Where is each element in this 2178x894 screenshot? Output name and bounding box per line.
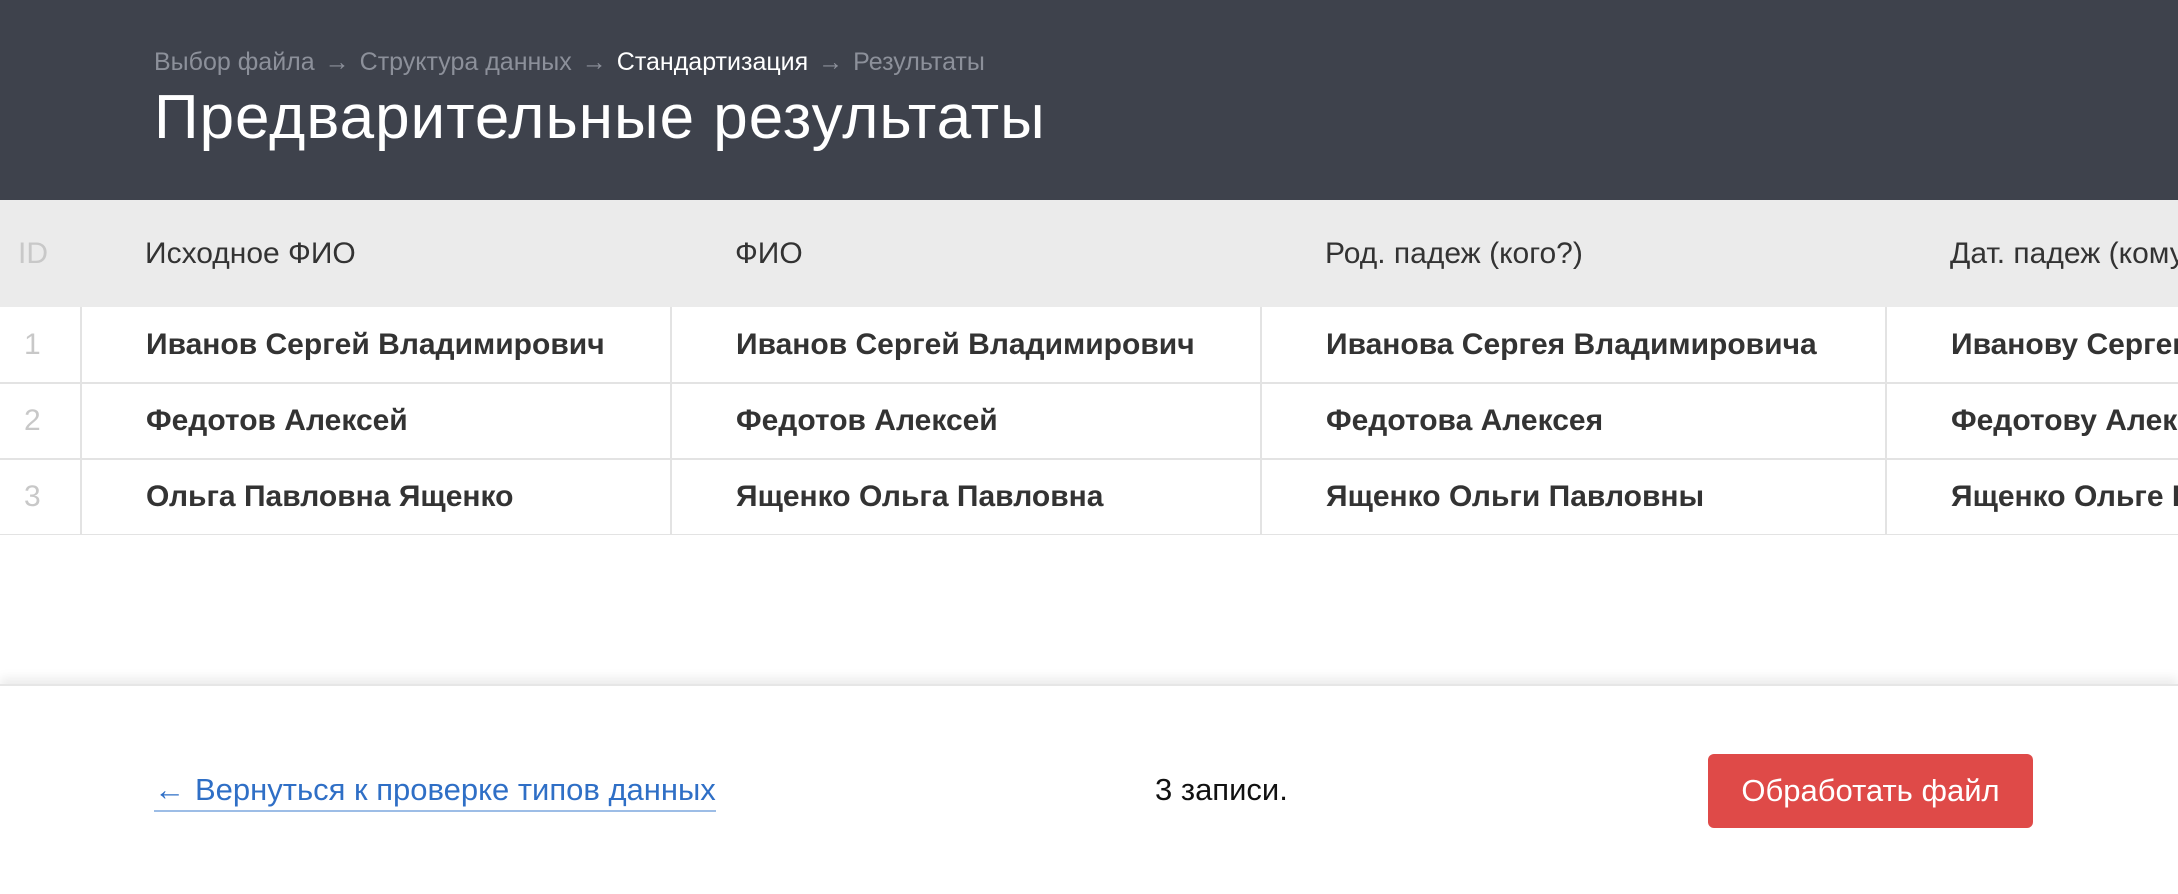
cell-source-name: Федотов Алексей [80, 383, 671, 459]
results-table: ID Исходное ФИО ФИО Род. падеж (кого?) Д… [0, 200, 2178, 535]
table-row: 1 Иванов Сергей Владимирович Иванов Серг… [0, 307, 2178, 383]
cell-dative: Федотову Алексею [1885, 383, 2178, 459]
column-header-id: ID [18, 236, 48, 270]
column-header-source-name: Исходное ФИО [145, 236, 356, 270]
cell-dative: Иванову Сергею Владимировичу [1885, 307, 2178, 383]
back-link-label: Вернуться к проверке типов данных [195, 772, 716, 807]
cell-id: 3 [24, 480, 41, 513]
cell-source-name: Иванов Сергей Владимирович [80, 307, 671, 383]
column-header-name: ФИО [735, 236, 803, 270]
records-count: 3 записи. [1155, 772, 1288, 807]
column-header-dative: Дат. падеж (кому?) [1950, 236, 2178, 270]
page-title: Предварительные результаты [154, 83, 1046, 152]
table-row: 3 Ольга Павловна Ященко Ященко Ольга Пав… [0, 459, 2178, 535]
breadcrumb-arrow-icon: → [818, 48, 844, 76]
cell-id: 2 [24, 404, 41, 437]
cell-genitive: Ященко Ольги Павловны [1260, 459, 1886, 535]
cell-name: Иванов Сергей Владимирович [670, 307, 1261, 383]
results-table-container[interactable]: ID Исходное ФИО ФИО Род. падеж (кого?) Д… [0, 200, 2178, 535]
cell-dative: Ященко Ольге Павловне [1885, 459, 2178, 535]
cell-name: Ященко Ольга Павловна [670, 459, 1261, 535]
footer-bar: ← Вернуться к проверке типов данных 3 зап… [0, 684, 2178, 894]
process-file-button[interactable]: Обработать файл [1708, 754, 2033, 828]
table-row: 2 Федотов Алексей Федотов Алексей Федото… [0, 383, 2178, 459]
back-to-type-check-link[interactable]: ← Вернуться к проверке типов данных [154, 772, 716, 812]
cell-source-name: Ольга Павловна Ященко [80, 459, 671, 535]
arrow-left-icon: ← [154, 772, 185, 807]
breadcrumb: Выбор файла → Структура данных → Стандартиза… [154, 48, 985, 77]
cell-genitive: Иванова Сергея Владимировича [1260, 307, 1886, 383]
breadcrumb-item-data-structure[interactable]: Структура данных [360, 48, 572, 76]
table-header-row: ID Исходное ФИО ФИО Род. падеж (кого?) Д… [0, 200, 2178, 307]
breadcrumb-arrow-icon: → [324, 48, 350, 76]
page-header: Выбор файла → Структура данных → Стандартиза… [0, 0, 2178, 200]
breadcrumb-item-standardization: Стандартизация [616, 48, 809, 76]
breadcrumb-item-results: Результаты [853, 48, 985, 76]
column-header-genitive: Род. падеж (кого?) [1325, 236, 1583, 270]
cell-name: Федотов Алексей [670, 383, 1261, 459]
breadcrumb-item-file-select[interactable]: Выбор файла [154, 48, 315, 76]
cell-genitive: Федотова Алексея [1260, 383, 1886, 459]
cell-id: 1 [24, 327, 41, 361]
breadcrumb-arrow-icon: → [581, 48, 607, 76]
